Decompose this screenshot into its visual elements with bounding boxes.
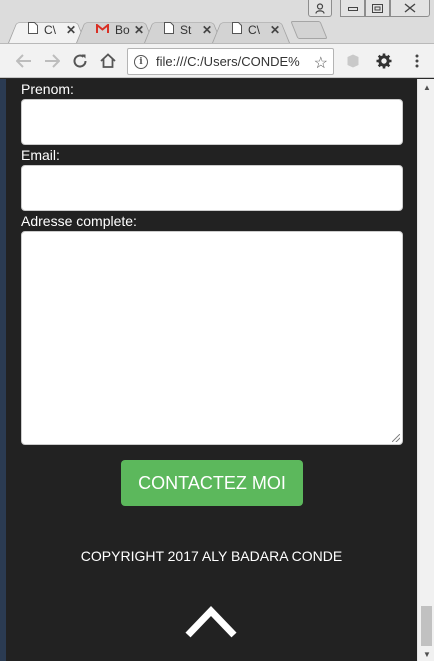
browser-tabstrip: C\ ✕ Bo ✕ St ✕ C\ ✕ (0, 0, 434, 44)
address-bar[interactable]: i file:///C:/Users/CONDE% ☆ (127, 48, 334, 75)
settings-gear-icon[interactable] (376, 53, 392, 69)
tab-1[interactable]: C\ ✕ (8, 16, 86, 43)
info-icon[interactable]: i (134, 54, 148, 69)
page-icon (28, 22, 38, 37)
contact-submit-button[interactable]: CONTACTEZ MOI (121, 460, 303, 506)
adresse-textarea[interactable] (21, 231, 403, 445)
window-controls (308, 0, 430, 17)
menu-kebab-icon[interactable] (409, 53, 425, 69)
tab-title: Bo (115, 22, 130, 37)
restore-icon[interactable] (365, 0, 390, 17)
tab-strip: C\ ✕ Bo ✕ St ✕ C\ ✕ (8, 16, 324, 44)
tab-close-icon[interactable]: ✕ (270, 23, 280, 37)
tab-title: C\ (44, 22, 56, 37)
browser-toolbar: i file:///C:/Users/CONDE% ☆ (0, 44, 434, 78)
vertical-scrollbar[interactable]: ▲ ▼ (417, 79, 434, 661)
chevron-up-icon[interactable] (184, 601, 238, 641)
scroll-thumb[interactable] (421, 606, 432, 646)
copyright-text: COPYRIGHT 2017 ALY BADARA CONDE (80, 548, 343, 564)
reload-icon[interactable] (66, 47, 94, 75)
scroll-down-arrow-icon[interactable]: ▼ (423, 650, 431, 659)
bookmark-star-icon[interactable]: ☆ (314, 53, 328, 73)
page-viewport: Prenom: Email: Adresse complete: CONTACT… (6, 79, 417, 661)
new-tab-button[interactable] (294, 21, 324, 39)
tab-title: St (180, 22, 192, 37)
tab-close-icon[interactable]: ✕ (66, 23, 76, 37)
tab-title: C\ (248, 22, 260, 37)
scroll-up-arrow-icon[interactable]: ▲ (423, 83, 431, 92)
extension-icon[interactable] (345, 53, 361, 69)
email-label: Email: (21, 147, 60, 163)
home-icon[interactable] (94, 47, 122, 75)
adresse-label: Adresse complete: (21, 213, 137, 229)
tab-2[interactable]: Bo ✕ (76, 16, 154, 43)
prenom-input[interactable] (21, 99, 403, 145)
email-input[interactable] (21, 165, 403, 211)
minimize-icon[interactable] (340, 0, 365, 17)
url-text: file:///C:/Users/CONDE% (156, 54, 300, 69)
gmail-icon (96, 22, 109, 37)
close-window-icon[interactable] (390, 0, 430, 17)
forward-arrow-icon[interactable] (38, 47, 66, 75)
resize-grip-icon[interactable] (392, 434, 400, 442)
page-icon (164, 22, 174, 37)
back-arrow-icon[interactable] (10, 47, 38, 75)
page-icon (232, 22, 242, 37)
tab-close-icon[interactable]: ✕ (134, 23, 144, 37)
tab-3[interactable]: St ✕ (144, 16, 222, 43)
profile-icon[interactable] (308, 0, 332, 17)
tab-close-icon[interactable]: ✕ (202, 23, 212, 37)
prenom-label: Prenom: (21, 81, 74, 97)
tab-4[interactable]: C\ ✕ (212, 16, 290, 43)
